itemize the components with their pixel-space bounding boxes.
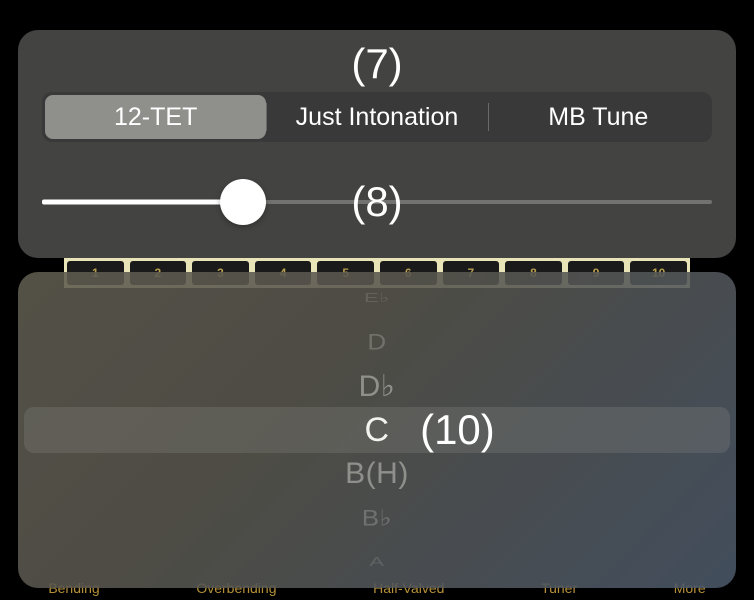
picker-item[interactable]: C (364, 408, 389, 452)
tuning-panel: (7) 12-TETJust IntonationMB Tune (8) (18, 30, 736, 258)
picker-item[interactable]: D (367, 323, 386, 360)
tuning-segment-2[interactable]: MB Tune (488, 95, 709, 139)
key-picker-panel: E♭DD♭CB(H)B♭A (10) (18, 272, 736, 588)
picker-item[interactable]: B(H) (345, 452, 409, 496)
tuning-slider-row: (8) (42, 182, 712, 222)
tuning-segment-0[interactable]: 12-TET (45, 95, 266, 139)
slider-thumb[interactable] (220, 179, 266, 225)
tuning-slider[interactable] (42, 200, 712, 204)
picker-item[interactable]: E♭ (364, 285, 390, 311)
picker-item[interactable]: A (369, 549, 384, 575)
tuning-segmented-control[interactable]: 12-TETJust IntonationMB Tune (42, 92, 712, 142)
picker-item[interactable]: D♭ (359, 364, 396, 408)
key-picker[interactable]: E♭DD♭CB(H)B♭A (10) (18, 272, 736, 588)
tuning-segment-1[interactable]: Just Intonation (266, 95, 487, 139)
overlay-label-7: (7) (42, 40, 712, 88)
slider-fill (42, 200, 243, 205)
picker-item[interactable]: B♭ (362, 499, 393, 536)
